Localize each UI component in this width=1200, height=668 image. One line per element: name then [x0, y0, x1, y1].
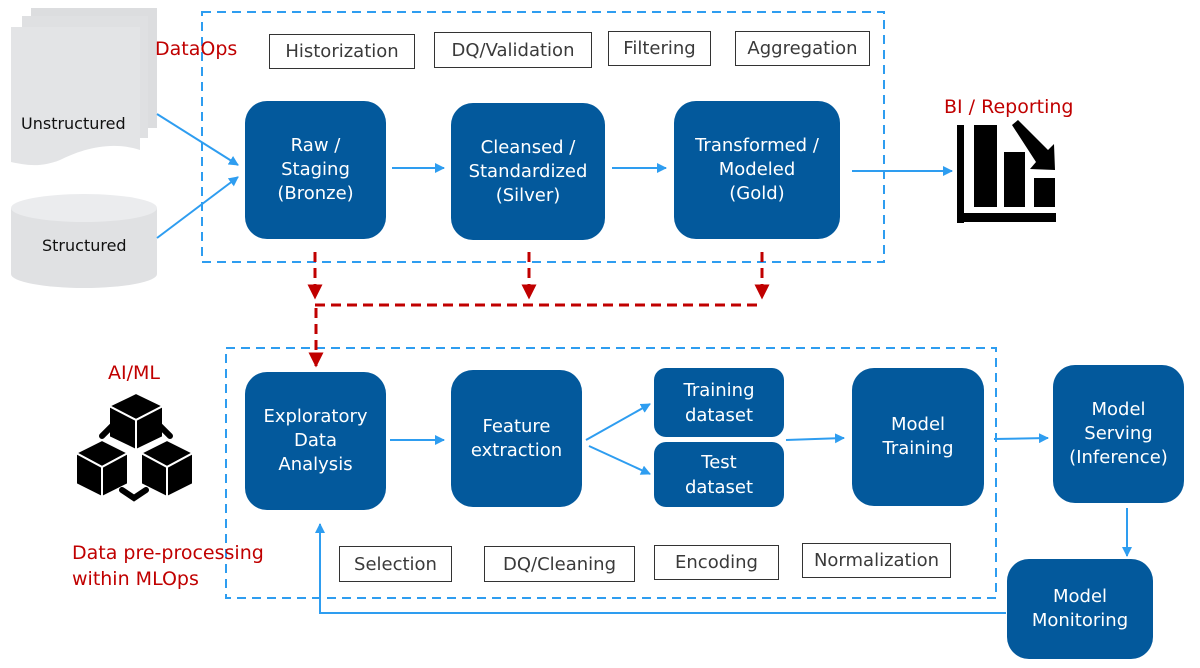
mlops-tag-dq-cleaning: DQ/Cleaning [484, 546, 635, 582]
bar-chart-decline-icon [957, 120, 1056, 223]
stage-silver[interactable]: Cleansed / Standardized (Silver) [451, 103, 605, 240]
bi-reporting-title: BI / Reporting [944, 96, 1074, 118]
dataops-tag-aggregation: Aggregation [735, 31, 870, 66]
stage-bronze[interactable]: Raw / Staging (Bronze) [245, 101, 386, 239]
mlops-tag-selection: Selection [339, 546, 452, 582]
cube-network-icon [73, 391, 196, 502]
dataops-tag-filtering: Filtering [608, 31, 711, 66]
mlops-subtitle: Data pre-processing within MLOps [72, 542, 264, 590]
stage-test-dataset[interactable]: Test dataset [654, 442, 784, 507]
aiml-title: AI/ML [108, 362, 160, 384]
stage-model-monitoring[interactable]: Model Monitoring [1007, 559, 1153, 659]
stage-training-dataset[interactable]: Training dataset [654, 368, 784, 437]
mlops-tag-encoding: Encoding [654, 545, 779, 580]
mlops-tag-normalization: Normalization [802, 543, 951, 578]
document-stack-icon [11, 8, 157, 166]
stage-model-serving[interactable]: Model Serving (Inference) [1053, 365, 1184, 503]
dataops-tag-historization: Historization [269, 34, 415, 69]
stage-gold[interactable]: Transformed / Modeled (Gold) [674, 101, 840, 239]
stage-exploratory-data-analysis[interactable]: Exploratory Data Analysis [245, 372, 386, 510]
source-structured: Structured [42, 236, 127, 255]
stage-model-training[interactable]: Model Training [852, 368, 984, 506]
dataops-tag-dq-validation: DQ/Validation [434, 32, 592, 68]
dataops-title: DataOps [155, 38, 238, 60]
source-unstructured: Unstructured [21, 114, 126, 133]
stage-feature-extraction[interactable]: Feature extraction [451, 370, 582, 507]
